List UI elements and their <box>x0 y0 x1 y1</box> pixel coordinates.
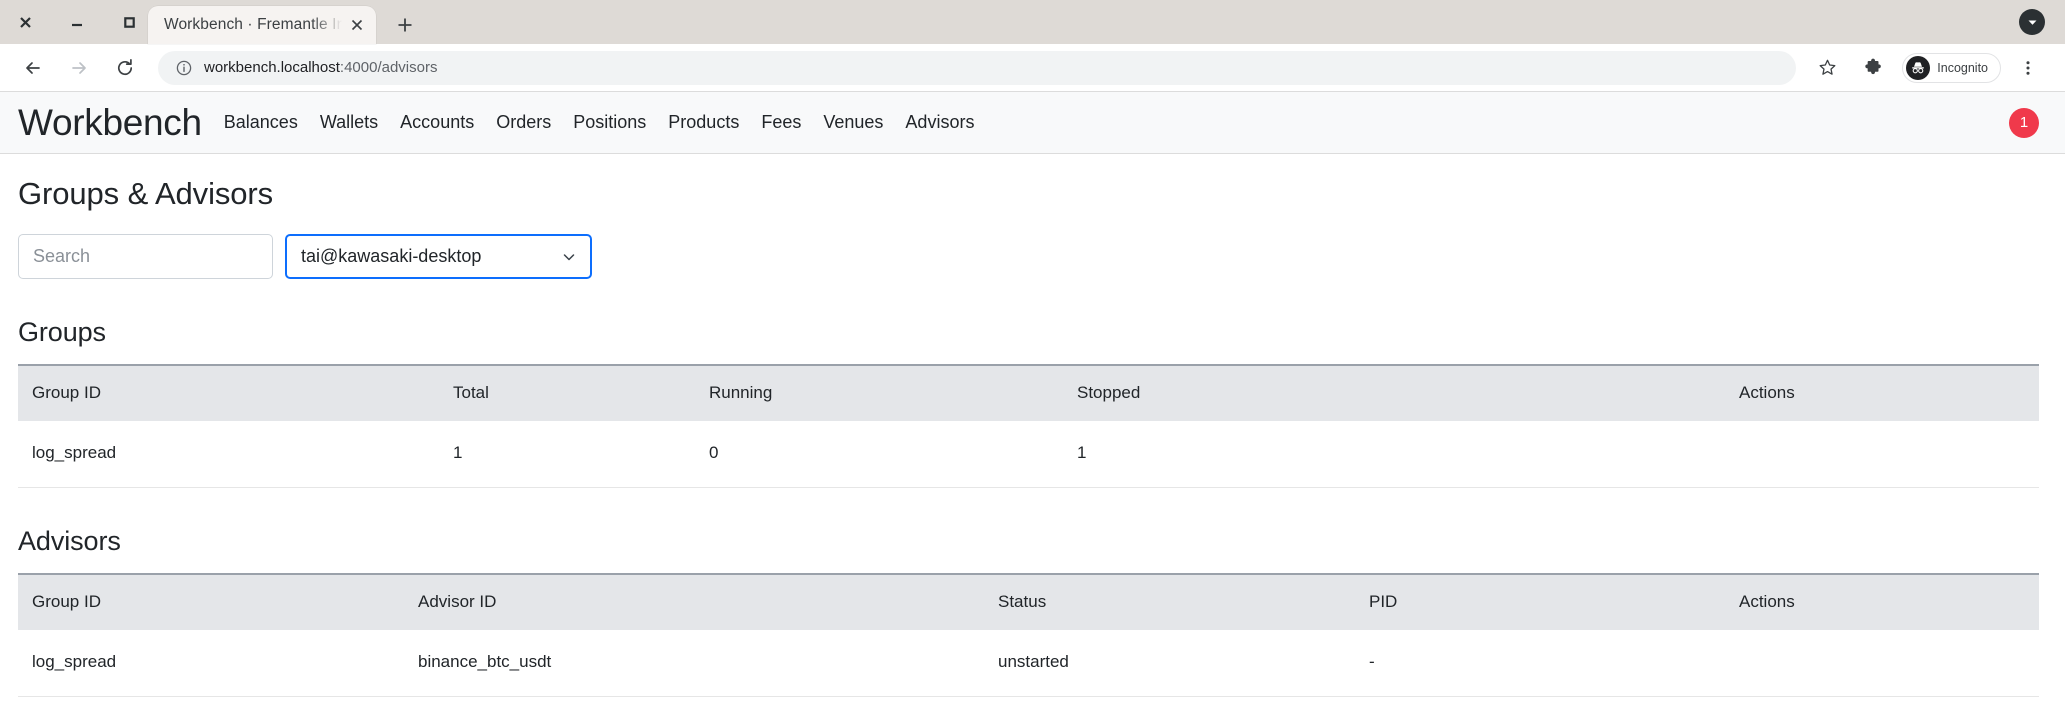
groups-cell-group-id: log_spread <box>18 421 453 488</box>
tab-strip-right <box>2019 0 2065 44</box>
advisors-table-body: log_spread binance_btc_usdt unstarted - <box>18 630 2039 697</box>
forward-icon[interactable] <box>61 50 97 86</box>
app-brand[interactable]: Workbench <box>18 104 202 141</box>
incognito-label: Incognito <box>1937 60 1988 75</box>
advisors-col-status: Status <box>998 573 1369 630</box>
search-input[interactable] <box>18 234 273 279</box>
chevron-down-circle-icon[interactable] <box>2019 9 2045 35</box>
window-minimize-button[interactable] <box>66 11 88 33</box>
advisors-col-actions: Actions <box>1739 573 2039 630</box>
incognito-indicator[interactable]: Incognito <box>1902 52 2001 83</box>
nav-item-accounts[interactable]: Accounts <box>400 112 474 133</box>
advisors-heading: Advisors <box>18 526 121 556</box>
advisors-col-pid: PID <box>1369 573 1739 630</box>
three-dots-vertical-icon[interactable] <box>2010 50 2046 86</box>
notification-badge[interactable]: 1 <box>2009 107 2039 138</box>
address-bar[interactable]: workbench.localhost:4000/advisors <box>158 50 1797 85</box>
address-bar-url: workbench.localhost:4000/advisors <box>204 59 437 76</box>
app-navbar: Workbench Balances Wallets Accounts Orde… <box>0 92 2065 154</box>
table-row[interactable]: log_spread binance_btc_usdt unstarted - <box>18 630 2039 697</box>
advisors-col-group-id: Group ID <box>18 573 418 630</box>
page-viewport: Workbench Balances Wallets Accounts Orde… <box>0 92 2065 724</box>
groups-col-running: Running <box>709 364 1077 421</box>
filter-bar: tai@kawasaki-desktop <box>18 234 2039 279</box>
reload-icon[interactable] <box>107 50 143 86</box>
nav-item-balances[interactable]: Balances <box>224 112 298 133</box>
page-body: Groups & Advisors tai@kawasaki-desktop G… <box>0 154 2065 697</box>
groups-col-total: Total <box>453 364 709 421</box>
window-close-button[interactable] <box>14 11 36 33</box>
host-select-value: tai@kawasaki-desktop <box>301 246 482 266</box>
nav-item-venues[interactable]: Venues <box>823 112 883 133</box>
chevron-down-icon <box>560 248 578 266</box>
advisors-cell-group-id: log_spread <box>18 630 418 697</box>
groups-heading: Groups <box>18 317 106 347</box>
groups-col-group-id: Group ID <box>18 364 453 421</box>
back-icon[interactable] <box>15 50 51 86</box>
advisors-cell-pid: - <box>1369 630 1739 697</box>
address-bar-path: :4000/advisors <box>339 59 438 76</box>
tab-close-icon[interactable] <box>346 14 368 36</box>
advisors-table: Group ID Advisor ID Status PID Actions l… <box>18 573 2039 697</box>
advisors-cell-advisor-id: binance_btc_usdt <box>418 630 998 697</box>
tab-title: Workbench · Fremantle Ind <box>164 16 344 33</box>
groups-cell-stopped: 1 <box>1077 421 1739 488</box>
groups-table-body: log_spread 1 0 1 <box>18 421 2039 488</box>
nav-item-wallets[interactable]: Wallets <box>320 112 378 133</box>
incognito-hat-icon <box>1906 55 1931 80</box>
table-row[interactable]: log_spread 1 0 1 <box>18 421 2039 488</box>
nav-item-advisors[interactable]: Advisors <box>905 112 974 133</box>
groups-table-head: Group ID Total Running Stopped Actions <box>18 364 2039 421</box>
info-circle-icon[interactable] <box>174 58 194 78</box>
tab-strip: Workbench · Fremantle Ind <box>0 0 2065 44</box>
advisors-cell-actions[interactable] <box>1739 630 2039 697</box>
puzzle-piece-icon[interactable] <box>1855 50 1891 86</box>
advisors-table-head: Group ID Advisor ID Status PID Actions <box>18 573 2039 630</box>
groups-table: Group ID Total Running Stopped Actions l… <box>18 364 2039 488</box>
app-nav-links: Balances Wallets Accounts Orders Positio… <box>224 112 975 133</box>
new-tab-button[interactable] <box>386 6 424 44</box>
groups-cell-total: 1 <box>453 421 709 488</box>
advisors-col-advisor-id: Advisor ID <box>418 573 998 630</box>
page-title: Groups & Advisors <box>18 176 274 211</box>
window-maximize-button[interactable] <box>118 11 140 33</box>
nav-item-orders[interactable]: Orders <box>496 112 551 133</box>
advisors-section: Advisors Group ID Advisor ID Status PID … <box>18 526 2039 697</box>
groups-col-stopped: Stopped <box>1077 364 1739 421</box>
groups-cell-actions[interactable] <box>1739 421 2039 488</box>
browser-toolbar: workbench.localhost:4000/advisors Incogn… <box>0 44 2065 92</box>
nav-item-products[interactable]: Products <box>668 112 739 133</box>
nav-item-fees[interactable]: Fees <box>761 112 801 133</box>
advisors-header-row: Group ID Advisor ID Status PID Actions <box>18 573 2039 630</box>
window-controls <box>0 0 146 44</box>
groups-col-actions: Actions <box>1739 364 2039 421</box>
groups-cell-running: 0 <box>709 421 1077 488</box>
star-icon[interactable] <box>1809 50 1845 86</box>
nav-item-positions[interactable]: Positions <box>573 112 646 133</box>
toolbar-right-actions: Incognito <box>1804 50 2051 86</box>
browser-window: Workbench · Fremantle Ind workbench.loca… <box>0 0 2065 724</box>
groups-section: Groups Group ID Total Running Stopped Ac… <box>18 317 2039 488</box>
browser-tab[interactable]: Workbench · Fremantle Ind <box>148 6 376 44</box>
advisors-cell-status: unstarted <box>998 630 1369 697</box>
groups-header-row: Group ID Total Running Stopped Actions <box>18 364 2039 421</box>
host-select[interactable]: tai@kawasaki-desktop <box>285 234 592 279</box>
address-bar-host: workbench.localhost <box>204 59 340 76</box>
